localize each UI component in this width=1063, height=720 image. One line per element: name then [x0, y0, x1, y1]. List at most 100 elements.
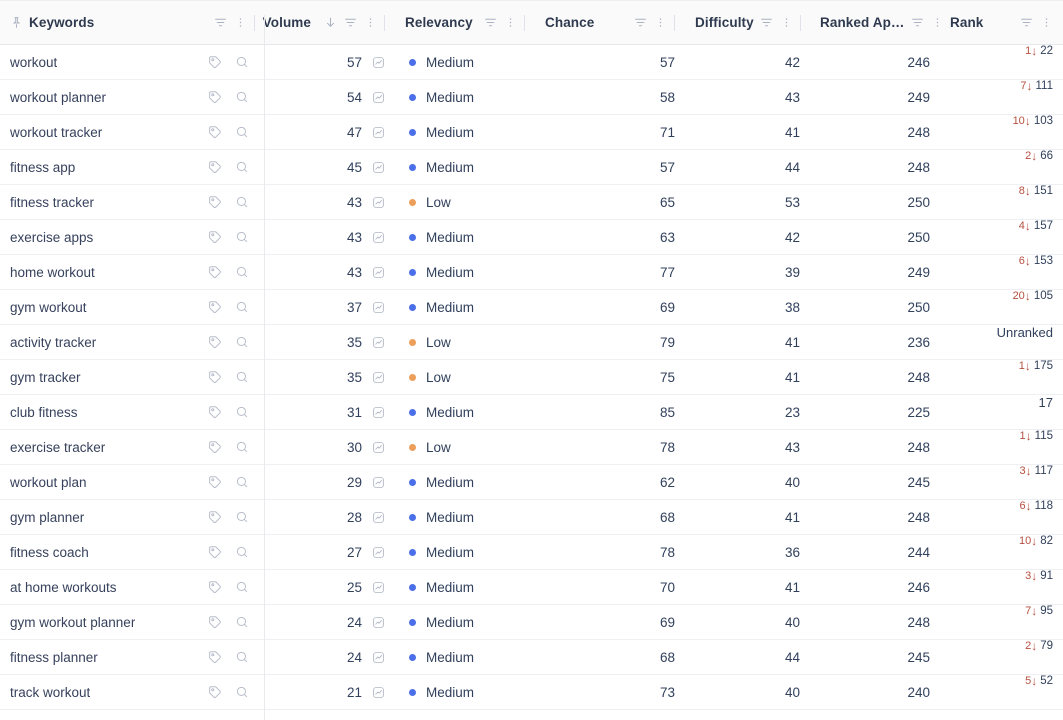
table-row[interactable]: club fitness 31 Medium 85 23 225 17 [0, 394, 1063, 430]
table-row[interactable]: workout planner 54 Medium 58 43 249 7 ↓ 111 [0, 79, 1063, 115]
cell-keyword[interactable]: gym workout planner [0, 604, 265, 640]
tag-icon[interactable] [208, 580, 222, 594]
trend-chart-icon[interactable] [372, 406, 385, 419]
tag-icon[interactable] [208, 335, 222, 349]
table-row[interactable]: exercise apps 43 Medium 63 42 250 4 ↓ 157 [0, 219, 1063, 255]
column-header-chance[interactable]: Chance [535, 0, 685, 45]
cell-keyword[interactable]: fitness coach [0, 534, 265, 570]
table-row[interactable]: gym workout 37 Medium 69 38 250 20 ↓ 105 [0, 289, 1063, 325]
tag-icon[interactable] [208, 685, 222, 699]
cell-keyword[interactable]: fitness planner [0, 639, 265, 675]
filter-icon[interactable] [634, 16, 647, 29]
tag-icon[interactable] [208, 545, 222, 559]
search-icon[interactable] [235, 195, 249, 209]
tag-icon[interactable] [208, 265, 222, 279]
table-row[interactable]: home workout 43 Medium 77 39 249 6 ↓ 153 [0, 254, 1063, 290]
filter-icon[interactable] [760, 16, 773, 29]
column-header-relevancy[interactable]: Relevancy [395, 0, 535, 45]
tag-icon[interactable] [208, 300, 222, 314]
tag-icon[interactable] [208, 405, 222, 419]
trend-chart-icon[interactable] [372, 231, 385, 244]
cell-keyword[interactable]: club fitness [0, 394, 265, 430]
filter-icon[interactable] [911, 16, 924, 29]
filter-icon[interactable] [344, 16, 357, 29]
tag-icon[interactable] [208, 90, 222, 104]
table-row[interactable]: fitness coach 27 Medium 78 36 244 10 ↓ 82 [0, 534, 1063, 570]
trend-chart-icon[interactable] [372, 56, 385, 69]
more-options-icon[interactable] [780, 16, 793, 29]
search-icon[interactable] [235, 615, 249, 629]
tag-icon[interactable] [208, 650, 222, 664]
more-options-icon[interactable] [364, 16, 377, 29]
trend-chart-icon[interactable] [372, 546, 385, 559]
tag-icon[interactable] [208, 230, 222, 244]
search-icon[interactable] [235, 55, 249, 69]
trend-chart-icon[interactable] [372, 581, 385, 594]
search-icon[interactable] [235, 160, 249, 174]
column-header-ranked-apps[interactable]: Ranked Ap… [810, 0, 952, 45]
trend-chart-icon[interactable] [372, 161, 385, 174]
column-header-keywords[interactable]: Keywords [0, 0, 265, 45]
search-icon[interactable] [235, 370, 249, 384]
column-header-volume[interactable]: Volume [263, 0, 395, 45]
cell-keyword[interactable]: workout plan [0, 464, 265, 500]
column-header-difficulty[interactable]: Difficulty [685, 0, 810, 45]
cell-keyword[interactable]: gym workout [0, 289, 265, 325]
more-options-icon[interactable] [234, 16, 247, 29]
pin-icon[interactable] [10, 16, 23, 29]
trend-chart-icon[interactable] [372, 651, 385, 664]
search-icon[interactable] [235, 405, 249, 419]
cell-keyword[interactable]: workout [0, 44, 265, 80]
search-icon[interactable] [235, 580, 249, 594]
search-icon[interactable] [235, 335, 249, 349]
table-row[interactable]: exercise tracker 30 Low 78 43 248 1 ↓ 115 [0, 429, 1063, 465]
more-options-icon[interactable] [504, 16, 517, 29]
table-row[interactable]: activity tracker 35 Low 79 41 236 Unranked [0, 324, 1063, 360]
cell-keyword[interactable]: at home workouts [0, 569, 265, 605]
cell-keyword[interactable]: activity tracker [0, 324, 265, 360]
cell-keyword[interactable]: fitness tracker [0, 184, 265, 220]
cell-keyword[interactable]: home workout [0, 254, 265, 290]
tag-icon[interactable] [208, 195, 222, 209]
trend-chart-icon[interactable] [372, 371, 385, 384]
search-icon[interactable] [235, 230, 249, 244]
search-icon[interactable] [235, 265, 249, 279]
filter-icon[interactable] [484, 16, 497, 29]
cell-keyword[interactable]: gym planner [0, 499, 265, 535]
filter-icon[interactable] [214, 16, 227, 29]
trend-chart-icon[interactable] [372, 616, 385, 629]
trend-chart-icon[interactable] [372, 686, 385, 699]
table-row[interactable]: workout 57 Medium 57 42 246 1 ↓ 22 [0, 44, 1063, 80]
trend-chart-icon[interactable] [372, 476, 385, 489]
trend-chart-icon[interactable] [372, 266, 385, 279]
table-row[interactable]: fitness planner 24 Medium 68 44 245 2 ↓ 79 [0, 639, 1063, 675]
trend-chart-icon[interactable] [372, 336, 385, 349]
trend-chart-icon[interactable] [372, 301, 385, 314]
more-options-icon[interactable] [1040, 16, 1053, 29]
cell-keyword[interactable]: exercise tracker [0, 429, 265, 465]
tag-icon[interactable] [208, 370, 222, 384]
search-icon[interactable] [235, 545, 249, 559]
tag-icon[interactable] [208, 475, 222, 489]
cell-keyword[interactable]: track workout [0, 674, 265, 710]
table-row[interactable]: at home workouts 25 Medium 70 41 246 3 ↓ 91 [0, 569, 1063, 605]
sort-descending-arrow-icon[interactable] [324, 16, 337, 29]
trend-chart-icon[interactable] [372, 126, 385, 139]
cell-keyword[interactable]: gym tracker [0, 359, 265, 395]
filter-icon[interactable] [1020, 16, 1033, 29]
column-header-rank[interactable]: Rank [940, 0, 1063, 45]
search-icon[interactable] [235, 125, 249, 139]
search-icon[interactable] [235, 90, 249, 104]
trend-chart-icon[interactable] [372, 441, 385, 454]
cell-keyword[interactable]: exercise apps [0, 219, 265, 255]
cell-keyword[interactable]: workout planner [0, 79, 265, 115]
trend-chart-icon[interactable] [372, 511, 385, 524]
table-row[interactable]: fitness app 45 Medium 57 44 248 2 ↓ 66 [0, 149, 1063, 185]
tag-icon[interactable] [208, 125, 222, 139]
trend-chart-icon[interactable] [372, 91, 385, 104]
cell-keyword[interactable]: workout tracker [0, 114, 265, 150]
search-icon[interactable] [235, 475, 249, 489]
search-icon[interactable] [235, 440, 249, 454]
table-row[interactable]: fitness tracker 43 Low 65 53 250 8 ↓ 151 [0, 184, 1063, 220]
tag-icon[interactable] [208, 510, 222, 524]
